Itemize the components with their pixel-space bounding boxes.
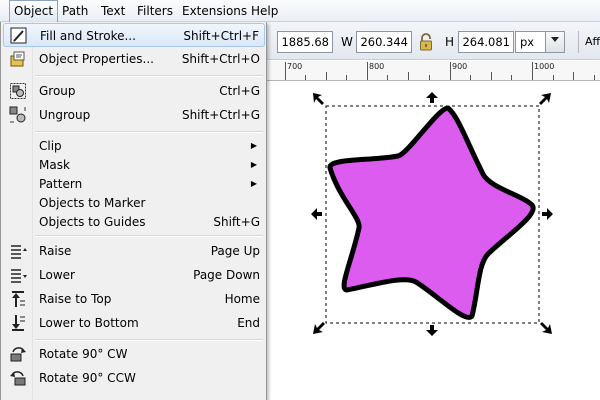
menu-item-rotate-cw[interactable]: Rotate 90° CW — [3, 342, 265, 366]
fill-stroke-icon — [10, 27, 28, 45]
lower-to-bottom-icon — [9, 314, 27, 332]
w-label: W — [341, 35, 353, 49]
menu-item-fill-and-stroke[interactable]: Fill and Stroke... Shift+Ctrl+F — [3, 23, 265, 47]
ungroup-icon — [9, 106, 27, 124]
menu-item-label: Raise to Top — [39, 292, 112, 306]
y-field[interactable]: 1885.68 — [277, 31, 333, 53]
menu-separator — [35, 131, 263, 133]
handle-top[interactable] — [426, 92, 438, 103]
menu-item-label: Lower to Bottom — [39, 316, 139, 330]
menu-bar: Object Path Text Filters Extensions Help — [0, 0, 600, 22]
raise-to-top-icon — [9, 290, 27, 308]
rotate-ccw-icon — [9, 369, 27, 387]
ruler-label-700: 700 — [287, 62, 303, 71]
height-field[interactable]: 264.081 — [458, 31, 514, 53]
menu-item-label: Object Properties... — [39, 52, 154, 66]
menu-item-label: Rotate 90° CW — [39, 347, 128, 361]
menu-item-objects-to-guides[interactable]: Objects to Guides Shift+G — [3, 210, 265, 234]
handle-bottom-left[interactable] — [313, 322, 325, 334]
menu-item-raise-to-top[interactable]: Raise to Top Home — [3, 287, 265, 311]
menu-text[interactable]: Text — [96, 0, 130, 22]
ruler-label-900: 900 — [452, 62, 468, 71]
drawing-canvas[interactable] — [266, 82, 600, 400]
raise-icon — [9, 242, 27, 260]
horizontal-ruler: 700 800 900 1000 — [266, 61, 600, 81]
object-properties-icon — [9, 50, 27, 68]
menu-separator — [35, 339, 263, 341]
handle-right[interactable] — [542, 208, 553, 220]
menu-item-lower[interactable]: Lower Page Down — [3, 263, 265, 287]
menu-help[interactable]: Help — [246, 0, 283, 22]
width-field[interactable]: 260.344 — [356, 31, 412, 53]
rotate-cw-icon — [9, 345, 27, 363]
menu-extensions[interactable]: Extensions — [177, 0, 252, 22]
chevron-down-icon — [551, 37, 559, 42]
unit-dropdown-arrow[interactable] — [545, 31, 565, 53]
group-icon — [9, 82, 27, 100]
object-menu-dropdown: Fill and Stroke... Shift+Ctrl+F Object P… — [0, 22, 267, 400]
ruler-label-800: 800 — [369, 62, 385, 71]
menu-filters[interactable]: Filters — [132, 0, 178, 22]
menu-item-shortcut: Shift+Ctrl+F — [183, 29, 259, 43]
menu-item-shortcut: End — [237, 316, 260, 330]
menu-item-lower-to-bottom[interactable]: Lower to Bottom End — [3, 311, 265, 335]
menu-path[interactable]: Path — [57, 0, 93, 22]
menu-item-label: Ungroup — [39, 108, 91, 122]
lock-icon[interactable] — [418, 33, 434, 51]
menu-item-raise[interactable]: Raise Page Up — [3, 239, 265, 263]
handle-top-left[interactable] — [313, 93, 324, 105]
menu-item-shortcut: Ctrl+G — [219, 84, 260, 98]
menu-item-label: Objects to Guides — [39, 215, 146, 229]
menu-item-ungroup[interactable]: Ungroup Shift+Ctrl+G — [3, 103, 265, 127]
affect-label: Aff — [578, 31, 600, 53]
menu-item-rotate-ccw[interactable]: Rotate 90° CCW — [3, 366, 265, 390]
menu-item-object-properties[interactable]: Object Properties... Shift+Ctrl+O — [3, 47, 265, 71]
menu-item-group[interactable]: Group Ctrl+G — [3, 79, 265, 103]
menu-item-label: Rotate 90° CCW — [39, 371, 136, 385]
menu-separator — [35, 75, 263, 77]
menu-item-label: Lower — [39, 268, 75, 282]
menu-item-shortcut: Page Down — [193, 268, 260, 282]
menu-item-label: Fill and Stroke... — [40, 29, 136, 43]
handle-bottom[interactable] — [426, 325, 438, 336]
menu-item-shortcut: Home — [224, 292, 260, 306]
handle-left[interactable] — [311, 208, 322, 220]
menu-item-shortcut: Shift+Ctrl+G — [181, 108, 260, 122]
menu-item-shortcut: Page Up — [210, 244, 260, 258]
handle-bottom-right[interactable] — [540, 322, 552, 334]
menu-item-label: Raise — [39, 244, 72, 258]
lower-icon — [9, 266, 27, 284]
menu-item-shortcut: Shift+Ctrl+O — [181, 52, 260, 66]
star-shape[interactable] — [327, 105, 536, 320]
menu-item-label: Group — [39, 84, 76, 98]
menu-object[interactable]: Object — [9, 0, 59, 22]
ruler-label-1000: 1000 — [534, 62, 555, 71]
handle-top-right[interactable] — [539, 93, 551, 105]
h-label: H — [445, 35, 455, 49]
menu-separator — [35, 235, 263, 237]
menu-item-partially-visible — [3, 392, 265, 400]
menu-item-shortcut: Shift+G — [213, 215, 260, 229]
